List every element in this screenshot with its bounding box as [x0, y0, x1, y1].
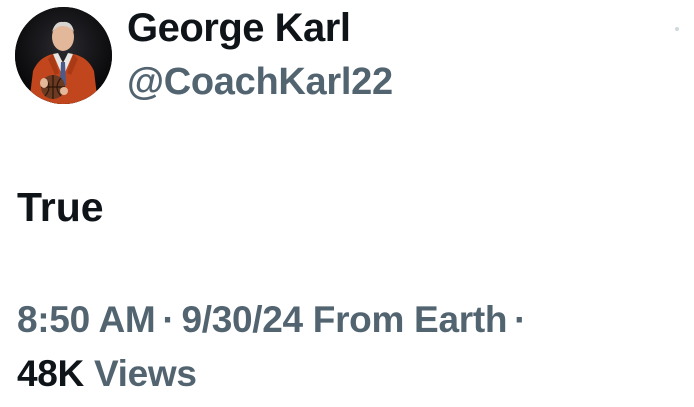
avatar-photo-icon [15, 7, 112, 104]
tweet-metadata: 8:50 AM · 9/30/24 From Earth · [17, 298, 533, 342]
meta-separator-trailing: · [514, 299, 527, 340]
tweet-text: True [17, 184, 104, 230]
views-label: Views [93, 353, 197, 394]
tweet-time[interactable]: 8:50 AM [17, 299, 156, 340]
tweet-source: From Earth [312, 299, 508, 340]
tweet-date[interactable]: 9/30/24 [181, 299, 303, 340]
views-count: 48K [17, 353, 84, 394]
author-display-name[interactable]: George Karl [127, 4, 351, 52]
tweet-views[interactable]: 48K Views [17, 352, 197, 396]
avatar[interactable] [15, 7, 112, 104]
tweet-card: George Karl @CoachKarl22 True 8:50 AM · 9/… [0, 0, 694, 407]
meta-separator: · [162, 299, 175, 340]
author-handle[interactable]: @CoachKarl22 [127, 59, 393, 105]
more-options-icon[interactable] [675, 27, 679, 31]
